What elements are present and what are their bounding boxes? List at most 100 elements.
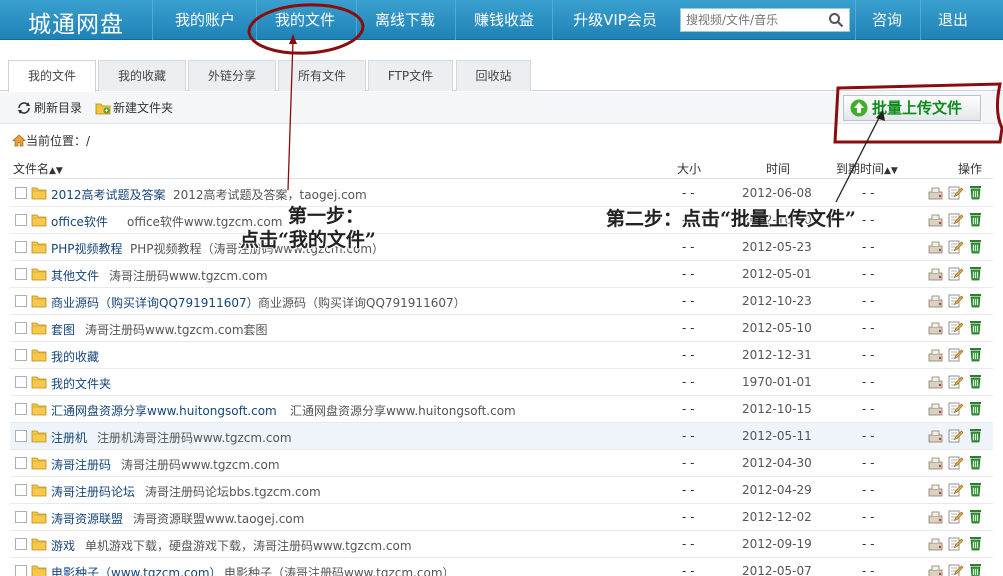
delete-icon[interactable]: [968, 455, 983, 470]
table-row[interactable]: 其他文件 涛哥注册码www.tgzcm.com - - 2012-05-01 - -: [10, 261, 993, 288]
edit-icon[interactable]: [948, 266, 963, 281]
edit-icon[interactable]: [948, 455, 963, 470]
table-row[interactable]: 电影种子（www.tgzcm.com） 电影种子（涛哥注册码www.tgzcm.c…: [10, 558, 993, 576]
delete-icon[interactable]: [968, 185, 983, 200]
file-name-link[interactable]: 电影种子（www.tgzcm.com）: [51, 564, 222, 576]
delete-icon[interactable]: [968, 293, 983, 308]
file-name-link[interactable]: 涛哥资源联盟: [51, 510, 123, 527]
nav-upgrade-vip[interactable]: 升级VIP会员: [556, 0, 674, 40]
column-name-header[interactable]: 文件名▲▼: [13, 160, 63, 177]
nav-earnings[interactable]: 赚钱收益: [457, 0, 551, 40]
file-name-link[interactable]: PHP视频教程: [51, 240, 123, 257]
row-checkbox[interactable]: [15, 295, 27, 307]
table-row[interactable]: 游戏 单机游戏下载，硬盘游戏下载，涛哥注册码www.tgzcm.com - - 201…: [10, 531, 993, 558]
share-icon[interactable]: [928, 536, 943, 551]
share-icon[interactable]: [928, 374, 943, 389]
row-checkbox[interactable]: [15, 565, 27, 576]
edit-icon[interactable]: [948, 482, 963, 497]
file-name-link[interactable]: 2012高考试题及答案: [51, 186, 166, 203]
edit-icon[interactable]: [948, 563, 963, 576]
edit-icon[interactable]: [948, 320, 963, 335]
row-checkbox[interactable]: [15, 376, 27, 388]
share-icon[interactable]: [928, 455, 943, 470]
table-row[interactable]: 2012高考试题及答案 2012高考试题及答案，taogej.com - -2012…: [10, 180, 993, 207]
search-icon[interactable]: [828, 12, 844, 28]
nav-my-account[interactable]: 我的账户: [158, 0, 252, 40]
table-row[interactable]: 汇通网盘资源分享www.huitongsoft.com 汇通网盘资源分享www.h…: [10, 396, 993, 423]
share-icon[interactable]: [928, 482, 943, 497]
file-name-link[interactable]: 我的收藏: [51, 348, 99, 365]
share-icon[interactable]: [928, 185, 943, 200]
edit-icon[interactable]: [948, 185, 963, 200]
share-icon[interactable]: [928, 509, 943, 524]
tab-ftp-files[interactable]: FTP文件: [368, 60, 453, 91]
file-name-link[interactable]: 汇通网盘资源分享www.huitongsoft.com: [51, 402, 277, 419]
table-row[interactable]: 套图 涛哥注册码www.tgzcm.com套图 - - 2012-05-10 - -: [10, 315, 993, 342]
edit-icon[interactable]: [948, 401, 963, 416]
site-logo[interactable]: 城通网盘: [28, 5, 124, 39]
delete-icon[interactable]: [968, 320, 983, 335]
tab-recycle-bin[interactable]: 回收站: [456, 60, 531, 91]
nav-offline-download[interactable]: 离线下载: [358, 0, 452, 40]
delete-icon[interactable]: [968, 563, 983, 576]
delete-icon[interactable]: [968, 212, 983, 227]
row-checkbox[interactable]: [15, 187, 27, 199]
row-checkbox[interactable]: [15, 268, 27, 280]
table-row[interactable]: 涛哥注册码论坛 涛哥注册码论坛bbs.tgzcm.com - - 2012-04-29…: [10, 477, 993, 504]
nav-my-files[interactable]: 我的文件: [258, 0, 352, 40]
file-name-link[interactable]: 游戏: [51, 537, 75, 554]
edit-icon[interactable]: [948, 212, 963, 227]
file-name-link[interactable]: 套图: [51, 321, 75, 338]
file-name-link[interactable]: 我的文件夹: [51, 375, 111, 392]
table-row[interactable]: 我的收藏 - - 2012-12-31 - -: [10, 342, 993, 369]
tab-link-share[interactable]: 外链分享: [188, 60, 276, 91]
edit-icon[interactable]: [948, 347, 963, 362]
delete-icon[interactable]: [968, 401, 983, 416]
table-row[interactable]: 涛哥资源联盟 涛哥资源联盟www.taogej.com - - 2012-12-02 -…: [10, 504, 993, 531]
share-icon[interactable]: [928, 320, 943, 335]
share-icon[interactable]: [928, 347, 943, 362]
share-icon[interactable]: [928, 266, 943, 281]
delete-icon[interactable]: [968, 428, 983, 443]
table-row[interactable]: 注册机 注册机涛哥注册码www.tgzcm.com - - 2012-05-11 - -: [10, 423, 993, 450]
row-checkbox[interactable]: [15, 403, 27, 415]
delete-icon[interactable]: [968, 239, 983, 254]
share-icon[interactable]: [928, 239, 943, 254]
delete-icon[interactable]: [968, 266, 983, 281]
nav-consult[interactable]: 咨询: [858, 0, 916, 40]
table-row[interactable]: PHP视频教程 PHP视频教程（涛哥注册码www.tgzcm.com） - -201…: [10, 234, 993, 261]
row-checkbox[interactable]: [15, 322, 27, 334]
edit-icon[interactable]: [948, 293, 963, 308]
row-checkbox[interactable]: [15, 214, 27, 226]
edit-icon[interactable]: [948, 239, 963, 254]
home-icon[interactable]: [12, 134, 26, 147]
edit-icon[interactable]: [948, 374, 963, 389]
delete-icon[interactable]: [968, 509, 983, 524]
nav-logout[interactable]: 退出: [922, 0, 984, 40]
search-input[interactable]: [681, 9, 821, 31]
share-icon[interactable]: [928, 401, 943, 416]
column-expire-header[interactable]: 到期时间▲▼: [836, 160, 898, 177]
row-checkbox[interactable]: [15, 241, 27, 253]
edit-icon[interactable]: [948, 428, 963, 443]
table-row[interactable]: 涛哥注册码 涛哥注册码www.tgzcm.com - - 2012-04-30 - -: [10, 450, 993, 477]
row-checkbox[interactable]: [15, 511, 27, 523]
row-checkbox[interactable]: [15, 484, 27, 496]
table-row[interactable]: 我的文件夹 - - 1970-01-01 - -: [10, 369, 993, 396]
delete-icon[interactable]: [968, 347, 983, 362]
refresh-button[interactable]: 刷新目录: [16, 100, 82, 116]
row-checkbox[interactable]: [15, 538, 27, 550]
row-checkbox[interactable]: [15, 430, 27, 442]
delete-icon[interactable]: [968, 536, 983, 551]
share-icon[interactable]: [928, 563, 943, 576]
edit-icon[interactable]: [948, 536, 963, 551]
tab-my-files[interactable]: 我的文件: [8, 60, 96, 92]
file-name-link[interactable]: 其他文件: [51, 267, 99, 284]
new-folder-button[interactable]: 新建文件夹: [95, 100, 173, 116]
file-name-link[interactable]: 商业源码（购买详询QQ791911607）: [51, 294, 259, 311]
row-checkbox[interactable]: [15, 349, 27, 361]
file-name-link[interactable]: 注册机: [51, 429, 87, 446]
table-row[interactable]: 商业源码（购买详询QQ791911607） 商业源码（购买详询QQ79191160…: [10, 288, 993, 315]
edit-icon[interactable]: [948, 509, 963, 524]
batch-upload-button[interactable]: 批量上传文件: [843, 95, 981, 121]
